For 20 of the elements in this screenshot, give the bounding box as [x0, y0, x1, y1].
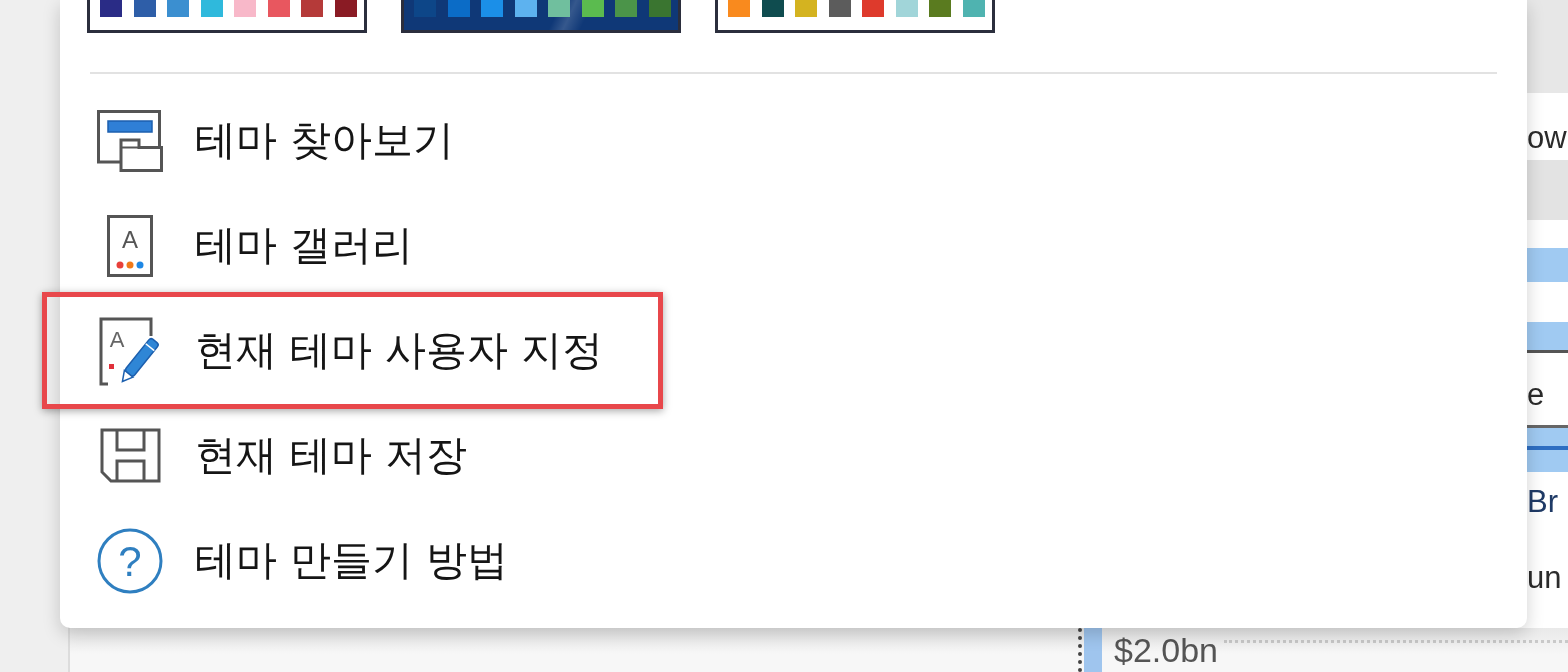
menu-item[interactable]: ? 테마 만들기 방법 [42, 508, 663, 613]
help-icon: ? [97, 527, 163, 594]
chart-bar [1527, 248, 1568, 282]
save-icon [99, 428, 161, 483]
chart-bar [1084, 628, 1102, 672]
theme-thumbnail[interactable] [87, 0, 367, 33]
theme-thumbnail[interactable] [401, 0, 681, 33]
text-fragment: un [1527, 559, 1563, 597]
chart-bar [1527, 425, 1568, 472]
windows-icon [97, 109, 163, 172]
menu-item[interactable]: A 현재 테마 사용자 지정 [42, 292, 663, 409]
text-fragment: e [1527, 378, 1546, 412]
text-fragment: ow [1527, 119, 1568, 157]
menu-item[interactable]: 테마 찾아보기 [42, 88, 663, 193]
header-band [1527, 160, 1568, 220]
text-fragment: Br [1527, 483, 1559, 521]
theme-thumbnail[interactable] [715, 0, 995, 33]
chart-bar [1527, 322, 1568, 353]
document-icon: A [107, 214, 153, 277]
axis-label: $2.0bn [1114, 630, 1218, 671]
